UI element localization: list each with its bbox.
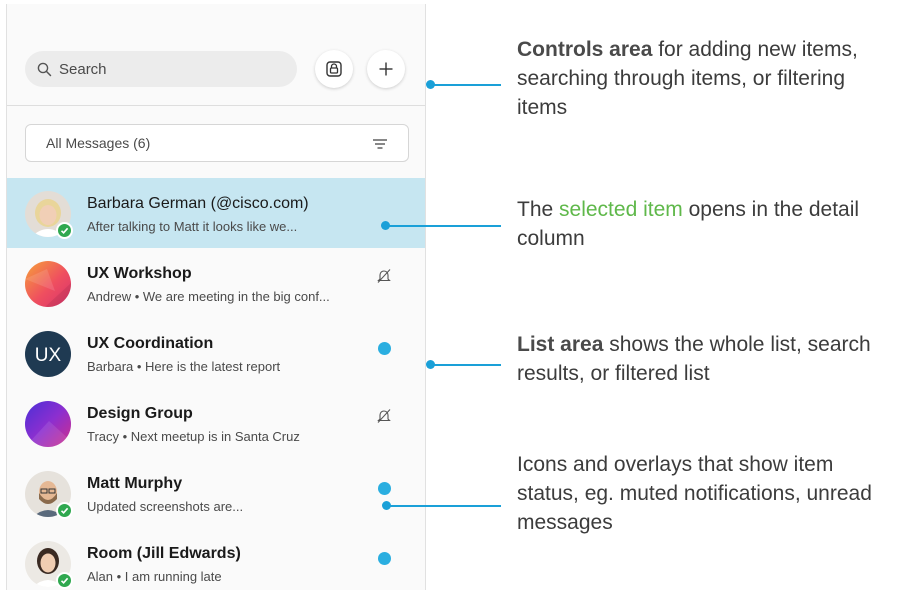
item-title: Room (Jill Edwards) bbox=[87, 545, 241, 562]
annotation-selected: The selected item opens in the detail co… bbox=[517, 195, 862, 253]
filter-label: All Messages (6) bbox=[46, 135, 151, 151]
list-item-barbara-german[interactable]: Barbara German (@cisco.com) After talkin… bbox=[7, 178, 425, 248]
item-subtitle: Alan • I am running late bbox=[87, 569, 222, 584]
muted-bell-icon bbox=[377, 269, 391, 283]
search-input[interactable]: Search bbox=[25, 51, 297, 87]
item-subtitle: After talking to Matt it looks like we..… bbox=[87, 219, 298, 234]
item-subtitle: Barbara • Here is the latest report bbox=[87, 359, 281, 374]
callout-line-icons bbox=[387, 505, 501, 507]
annotation-controls: Controls area for adding new items, sear… bbox=[517, 35, 892, 122]
annotation-list-strong: List area bbox=[517, 333, 604, 356]
item-title: Matt Murphy bbox=[87, 475, 183, 492]
avatar bbox=[25, 401, 71, 447]
avatar: UX bbox=[25, 331, 71, 377]
search-placeholder: Search bbox=[59, 60, 107, 78]
item-title: Barbara German (@cisco.com) bbox=[87, 195, 309, 212]
callout-line-controls bbox=[431, 84, 501, 86]
list-item-ux-workshop[interactable]: UX Workshop Andrew • We are meeting in t… bbox=[7, 248, 425, 318]
callout-line-selected bbox=[386, 225, 501, 227]
lock-icon bbox=[326, 61, 342, 77]
online-status-badge bbox=[56, 502, 73, 519]
add-button[interactable] bbox=[367, 50, 405, 88]
unread-indicator bbox=[378, 482, 391, 495]
item-title: UX Workshop bbox=[87, 265, 192, 282]
list-item-room-jill-edwards[interactable]: Room (Jill Edwards) Alan • I am running … bbox=[7, 528, 425, 590]
avatar bbox=[25, 261, 71, 307]
item-subtitle: Tracy • Next meetup is in Santa Cruz bbox=[87, 429, 300, 444]
controls-area: Search bbox=[7, 4, 425, 106]
online-status-badge bbox=[56, 572, 73, 589]
list-item-ux-coordination[interactable]: UX UX Coordination Barbara • Here is the… bbox=[7, 318, 425, 388]
unread-indicator bbox=[378, 342, 391, 355]
filter-icon[interactable] bbox=[372, 138, 388, 150]
check-icon bbox=[60, 227, 69, 234]
search-icon bbox=[37, 62, 52, 76]
list-item-matt-murphy[interactable]: Matt Murphy Updated screenshots are... bbox=[7, 458, 425, 528]
list-area: Barbara German (@cisco.com) After talkin… bbox=[7, 178, 425, 590]
check-icon bbox=[60, 507, 69, 514]
filter-dropdown[interactable]: All Messages (6) bbox=[25, 124, 409, 162]
item-subtitle: Andrew • We are meeting in the big conf.… bbox=[87, 289, 330, 304]
annotation-selected-highlight: selected item bbox=[559, 198, 683, 221]
annotation-selected-prefix: The bbox=[517, 198, 560, 221]
list-item-design-group[interactable]: Design Group Tracy • Next meetup is in S… bbox=[7, 388, 425, 458]
avatar-initials: UX bbox=[35, 345, 62, 366]
item-title: UX Coordination bbox=[87, 335, 214, 352]
online-status-badge bbox=[56, 222, 73, 239]
annotation-icons: Icons and overlays that show item status… bbox=[517, 450, 872, 537]
plus-icon bbox=[379, 62, 393, 76]
unread-indicator bbox=[378, 552, 391, 565]
item-subtitle: Updated screenshots are... bbox=[87, 499, 244, 514]
muted-bell-icon bbox=[377, 409, 391, 423]
spaces-panel: Search All Messages (6) Barbara German (… bbox=[6, 4, 426, 590]
annotation-icons-text: Icons and overlays that show item status… bbox=[517, 453, 872, 534]
item-title: Design Group bbox=[87, 405, 193, 422]
lock-button[interactable] bbox=[315, 50, 353, 88]
callout-line-list bbox=[431, 364, 501, 366]
annotation-list: List area shows the whole list, search r… bbox=[517, 330, 895, 388]
check-icon bbox=[60, 577, 69, 584]
annotation-controls-strong: Controls area bbox=[517, 38, 653, 61]
